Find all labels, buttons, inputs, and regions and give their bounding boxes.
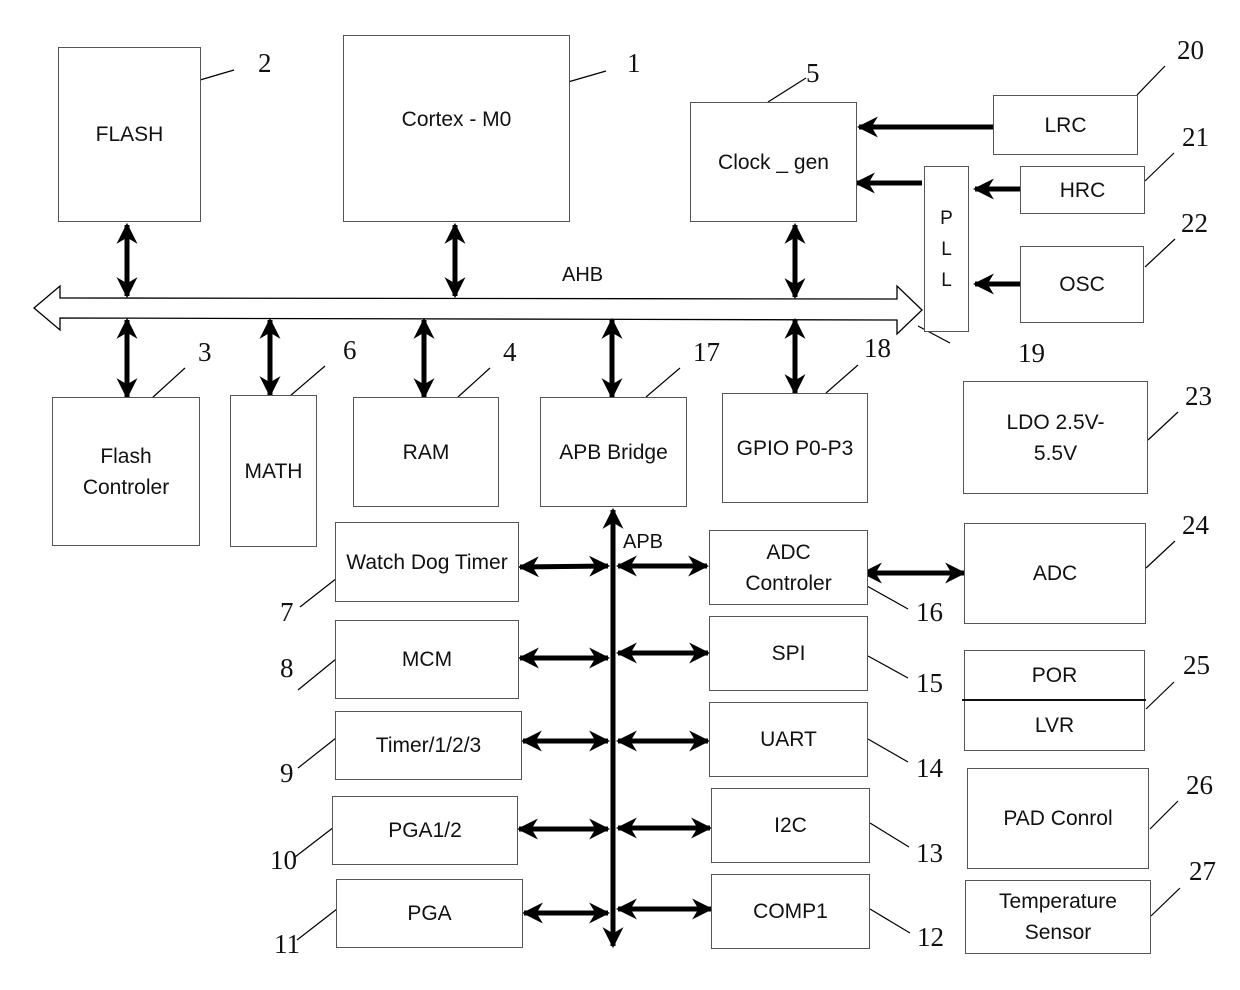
ahb-label: AHB	[562, 264, 604, 286]
ref-20: 20	[1177, 35, 1204, 65]
ref-9: 9	[280, 758, 294, 788]
ref-19: 19	[1018, 338, 1045, 368]
ref-1: 1	[627, 48, 641, 78]
i2c-label: I2C	[774, 814, 807, 837]
ref-4: 4	[503, 337, 517, 367]
por-lvr-divider	[962, 699, 1146, 701]
ref-11: 11	[274, 929, 300, 959]
ref-17: 17	[693, 337, 720, 367]
uart-block[interactable]: UART	[709, 702, 868, 777]
ref-2: 2	[258, 48, 272, 78]
lrc-label: LRC	[1044, 113, 1087, 137]
pga-block[interactable]: PGA	[336, 879, 523, 948]
ref-24: 24	[1182, 510, 1209, 540]
adc-label: ADC	[1032, 562, 1078, 585]
ref-25: 25	[1183, 650, 1210, 680]
ref-27: 27	[1189, 856, 1216, 886]
watchdog-timer-label: Watch Dog Timer	[346, 550, 508, 574]
osc-block[interactable]: OSC	[1020, 246, 1144, 323]
gpio-block[interactable]: GPIO P0-P3	[722, 393, 868, 503]
lvr-label: LVR	[1034, 713, 1075, 737]
ref-16: 16	[916, 597, 943, 627]
ref-18: 18	[864, 333, 891, 363]
por-label: POR	[1031, 664, 1078, 688]
ahb-bus-arrow	[32, 284, 923, 336]
ref-26: 26	[1186, 770, 1213, 800]
uart-label: UART	[760, 728, 817, 751]
lrc-block[interactable]: LRC	[993, 95, 1138, 155]
clock-gen-label: Clock _ gen	[718, 150, 829, 174]
adc-controller-label: ADC Controler	[745, 540, 832, 595]
timer-block[interactable]: Timer/1/2/3	[335, 711, 522, 780]
ldo-block[interactable]: LDO 2.5V- 5.5V	[963, 381, 1148, 494]
ref-14: 14	[916, 753, 943, 783]
mcm-block[interactable]: MCM	[335, 620, 519, 699]
math-block[interactable]: MATH	[230, 395, 317, 547]
comp1-block[interactable]: COMP1	[711, 874, 870, 949]
flash-block[interactable]: FLASH	[58, 47, 201, 222]
pad-control-block[interactable]: PAD Conrol	[967, 768, 1149, 869]
ref-12: 12	[917, 922, 944, 952]
i2c-block[interactable]: I2C	[711, 788, 870, 863]
ref-13: 13	[916, 838, 943, 868]
timer-label: Timer/1/2/3	[375, 734, 482, 757]
spi-block[interactable]: SPI	[709, 616, 868, 691]
comp1-label: COMP1	[753, 900, 828, 923]
gpio-label: GPIO P0-P3	[736, 436, 854, 460]
adc-controller-block[interactable]: ADC Controler	[709, 530, 868, 605]
ref-22: 22	[1181, 208, 1208, 238]
hrc-block[interactable]: HRC	[1020, 166, 1145, 214]
ram-block[interactable]: RAM	[353, 397, 499, 507]
spi-label: SPI	[771, 642, 806, 665]
flash-controller-block[interactable]: Flash Controler	[52, 397, 200, 546]
temperature-sensor-block[interactable]: Temperature Sensor	[965, 880, 1151, 954]
watchdog-timer-block[interactable]: Watch Dog Timer	[335, 522, 519, 602]
ref-10: 10	[270, 845, 297, 875]
osc-label: OSC	[1059, 273, 1105, 296]
ldo-label: LDO 2.5V- 5.5V	[1006, 410, 1105, 465]
ref-23: 23	[1185, 381, 1212, 411]
ref-15: 15	[916, 668, 943, 698]
apb-bridge-label: APB Bridge	[559, 440, 668, 464]
hrc-label: HRC	[1059, 178, 1106, 202]
apb-bridge-block[interactable]: APB Bridge	[540, 397, 687, 507]
cortex-label: Cortex - M0	[401, 108, 512, 131]
pga12-label: PGA1/2	[388, 819, 462, 842]
flash-controller-label: Flash Controler	[82, 444, 170, 499]
ref-8: 8	[280, 653, 294, 683]
pga-label: PGA	[407, 902, 452, 925]
ref-5: 5	[806, 58, 820, 88]
pga12-block[interactable]: PGA1/2	[332, 796, 518, 865]
ref-7: 7	[280, 597, 294, 627]
clock-gen-block[interactable]: Clock _ gen	[690, 102, 857, 222]
ref-21: 21	[1182, 122, 1209, 152]
pad-control-label: PAD Conrol	[1003, 807, 1113, 830]
pll-block[interactable]: P L L	[924, 166, 969, 332]
adc-block[interactable]: ADC	[964, 523, 1146, 624]
math-label: MATH	[244, 459, 303, 483]
mcm-label: MCM	[401, 648, 453, 671]
wdt-apb-link	[517, 555, 611, 578]
ref-6: 6	[343, 335, 357, 365]
ram-label: RAM	[402, 440, 450, 464]
cortex-m0-block[interactable]: Cortex - M0	[343, 35, 570, 222]
temperature-sensor-label: Temperature Sensor	[999, 890, 1117, 944]
pll-label: P L L	[940, 207, 953, 291]
apb-label: APB	[623, 531, 664, 553]
ref-3: 3	[198, 337, 212, 367]
flash-label: FLASH	[95, 123, 164, 146]
block-diagram: FLASH Cortex - M0 Clock _ gen LRC HRC OS…	[0, 0, 1240, 990]
